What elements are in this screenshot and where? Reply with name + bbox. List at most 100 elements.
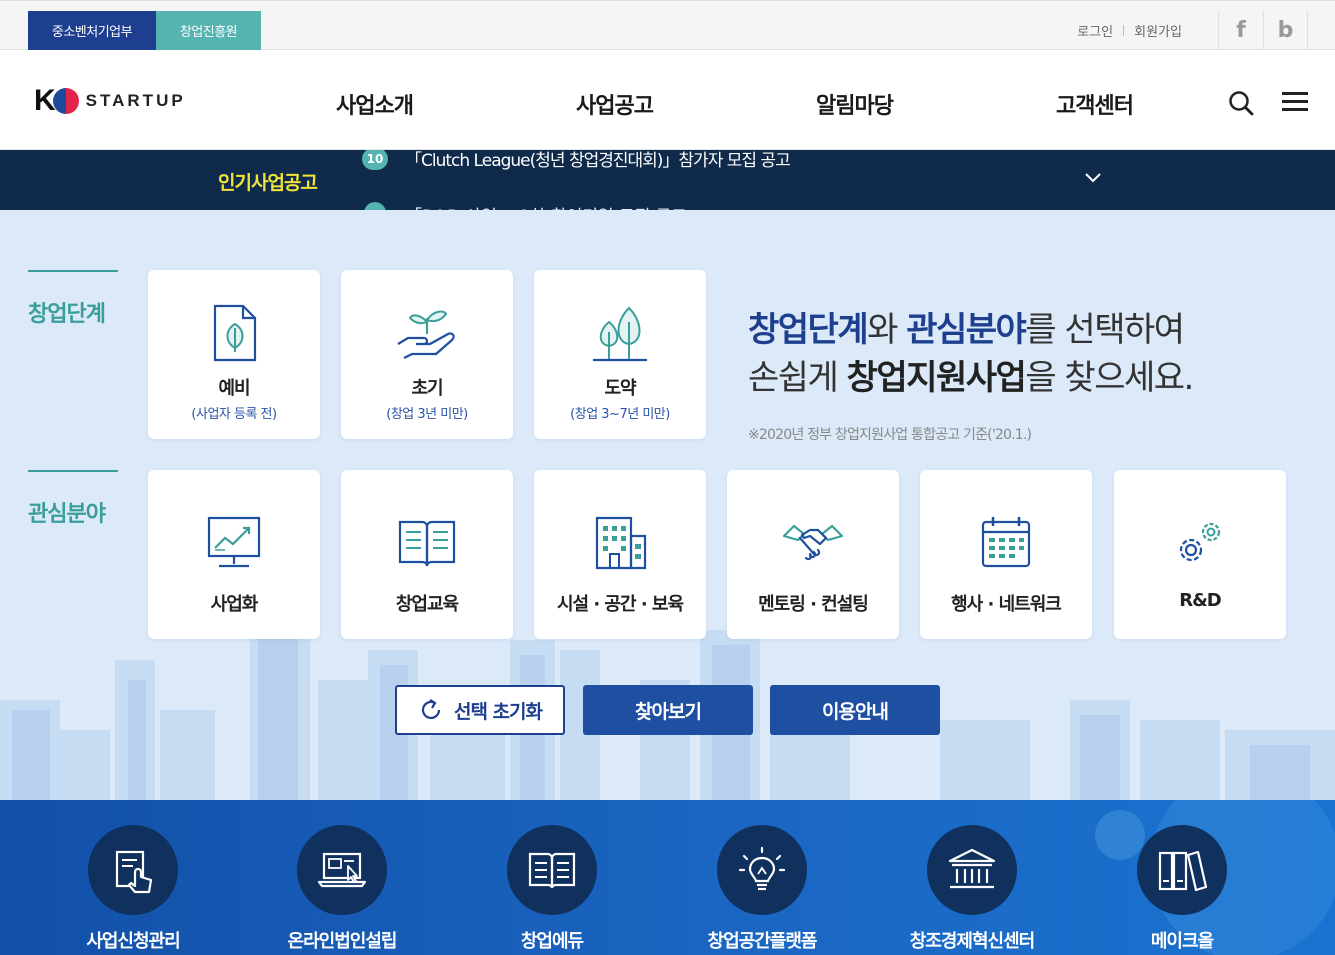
selector-headline: 창업단계와 관심분야를 선택하여 손쉽게 창업지원사업을 찾으세요. (748, 306, 1194, 402)
interest-title: 멘토링 · 컨설팅 (758, 594, 869, 615)
reset-selection-button[interactable]: 선택 초기화 (395, 685, 565, 735)
quick-link-makeall[interactable]: 메이크올 (1077, 825, 1287, 953)
popular-item-link[interactable]: 「Clutch League(청년 창업경진대회)」참가자 모집 공고 (405, 150, 791, 171)
k-startup-logo[interactable]: K STARTUP (34, 84, 186, 118)
interest-card-rnd[interactable]: R&D (1114, 470, 1286, 639)
hamburger-menu-icon[interactable] (1282, 92, 1308, 112)
interest-section-label: 관심분야 (28, 502, 106, 527)
logo-text: STARTUP (85, 91, 186, 110)
stage-subtitle: (사업자 등록 전) (191, 407, 277, 422)
stage-card-preliminary[interactable]: 예비 (사업자 등록 전) (148, 270, 320, 439)
headline-interest: 관심분야 (906, 310, 1027, 350)
quick-link-label: 메이크올 (1150, 931, 1214, 952)
site-header: K STARTUP 사업소개 사업공고 알림마당 고객센터 (0, 50, 1335, 150)
quick-link-application[interactable]: 사업신청관리 (28, 825, 238, 953)
login-link[interactable]: 로그인 (1077, 21, 1113, 40)
document-leaf-icon (213, 304, 257, 362)
interest-card-mentoring[interactable]: 멘토링 · 컨설팅 (727, 470, 899, 639)
signup-link[interactable]: 회원가입 (1134, 21, 1182, 40)
headline-text: 을 찾으세요. (1025, 358, 1194, 398)
facebook-icon[interactable]: f (1218, 11, 1263, 50)
quick-link-circle (1137, 825, 1227, 915)
sprout-hand-icon (397, 310, 455, 359)
logo-letter: K (34, 84, 56, 117)
stage-card-early[interactable]: 초기 (창업 3년 미만) (341, 270, 513, 439)
stage-title: 예비 (218, 378, 250, 399)
quick-link-space-platform[interactable]: 창업공간플랫폼 (657, 825, 867, 953)
quick-link-innovation-center[interactable]: 창조경제혁신센터 (867, 825, 1077, 953)
quick-link-circle (297, 825, 387, 915)
rank-badge-next (364, 202, 386, 210)
quick-link-circle (717, 825, 807, 915)
divider (28, 470, 118, 472)
popular-item-next-link[interactable]: 「R&D 사업」 2차 참여기업 모집 공고 (405, 202, 687, 210)
quick-link-label: 창업에듀 (520, 931, 584, 952)
institution-icon (948, 848, 996, 889)
interest-title: 사업화 (210, 594, 259, 615)
interest-title: 창업교육 (395, 594, 459, 615)
account-links: 로그인 회원가입 (1077, 21, 1182, 40)
quick-link-circle (88, 825, 178, 915)
headline-stage: 창업단계 (748, 310, 869, 350)
interest-card-commercialization[interactable]: 사업화 (148, 470, 320, 639)
quick-links-bar: 사업신청관리 온라인법인설립 창업에듀 창업공간플랫폼 창조경제혁신센터 메이크… (0, 800, 1335, 955)
stage-subtitle: (창업 3~7년 미만) (570, 407, 670, 422)
divider (28, 270, 118, 272)
chart-board-icon (207, 516, 261, 568)
nav-item-business-intro[interactable]: 사업소개 (336, 88, 414, 120)
facebook-glyph: f (1236, 18, 1246, 43)
startup-selector: 창업단계 관심분야 예비 (사업자 등록 전) 초기 (창업 3년 미만) 도약… (0, 210, 1335, 800)
rank-badge: 10 (362, 150, 388, 170)
stage-title: 도약 (604, 378, 636, 399)
headline-text: 손쉽게 (748, 358, 847, 398)
headline-support: 창업지원사업 (846, 358, 1027, 398)
reset-label: 선택 초기화 (453, 700, 543, 723)
popular-label: 인기사업공고 (218, 172, 318, 194)
book-icon (528, 852, 576, 889)
search-button[interactable]: 찾아보기 (583, 685, 753, 735)
interest-title: 행사 · 네트워크 (951, 594, 1062, 615)
utility-bar: 중소벤처기업부 창업진흥원 로그인 회원가입 f b (0, 0, 1335, 50)
search-icon[interactable] (1228, 90, 1254, 116)
quick-link-label: 온라인법인설립 (287, 931, 398, 952)
headline-text: 와 (867, 310, 907, 350)
guide-button[interactable]: 이용안내 (770, 685, 940, 735)
quick-link-online-incorporation[interactable]: 온라인법인설립 (237, 825, 447, 953)
interest-card-facility[interactable]: 시설 · 공간 · 보육 (534, 470, 706, 639)
quick-link-label: 사업신청관리 (86, 931, 180, 952)
handshake-icon (782, 524, 844, 561)
open-book-icon (398, 520, 456, 567)
trees-icon (593, 306, 647, 362)
selector-note: ※2020년 정부 창업지원사업 통합공고 기준('20.1.) (748, 427, 1032, 443)
interest-title: 시설 · 공간 · 보육 (556, 594, 684, 615)
blog-glyph: b (1277, 18, 1294, 43)
blog-icon[interactable]: b (1263, 11, 1308, 50)
interest-card-events[interactable]: 행사 · 네트워크 (920, 470, 1092, 639)
headline-text: 를 선택하여 (1025, 310, 1185, 350)
taegeuk-logo-icon (52, 88, 79, 114)
chevron-down-icon[interactable] (1082, 166, 1104, 188)
stage-subtitle: (창업 3년 미만) (386, 407, 468, 422)
bookshelf-icon (1158, 850, 1208, 892)
quick-link-circle (507, 825, 597, 915)
laptop-cursor-icon (317, 852, 367, 888)
stage-section-label: 창업단계 (28, 302, 106, 327)
quick-link-startup-edu[interactable]: 창업에듀 (447, 825, 657, 953)
quick-link-label: 창조경제혁신센터 (909, 931, 1035, 952)
popular-notices-bar: 인기사업공고 10 「Clutch League(청년 창업경진대회)」참가자 … (0, 150, 1335, 210)
refresh-icon (421, 699, 441, 719)
nav-item-customer-center[interactable]: 고객센터 (1056, 88, 1134, 120)
building-icon (595, 516, 647, 570)
divider (1123, 25, 1125, 36)
nav-item-business-notice[interactable]: 사업공고 (576, 88, 654, 120)
stage-card-leap[interactable]: 도약 (창업 3~7년 미만) (534, 270, 706, 439)
calendar-icon (981, 517, 1031, 568)
form-touch-icon (115, 850, 153, 894)
interest-card-education[interactable]: 창업교육 (341, 470, 513, 639)
lightbulb-icon (738, 846, 786, 891)
org-tab-mss[interactable]: 중소벤처기업부 (28, 11, 156, 50)
nav-item-notice-board[interactable]: 알림마당 (816, 88, 894, 120)
org-tab-kised[interactable]: 창업진흥원 (156, 11, 261, 50)
interest-title: R&D (1179, 590, 1221, 611)
gears-icon (1179, 522, 1221, 562)
